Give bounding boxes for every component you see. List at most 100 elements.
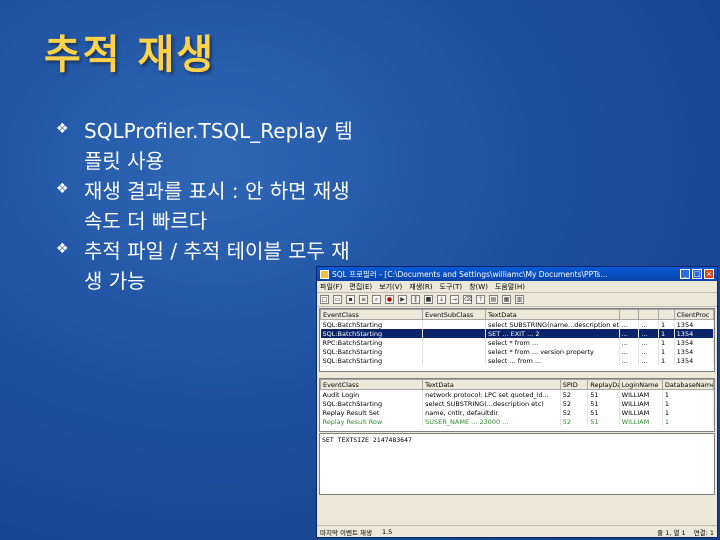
diamond-bullet-icon: ❖: [56, 241, 69, 257]
close-button[interactable]: ×: [704, 269, 714, 279]
table-cell: select SUBSTRING(name...description etc): [485, 319, 620, 329]
table-cell: SUSER_NAME ... 23000 ...: [422, 417, 561, 426]
table-cell: 1: [658, 356, 675, 365]
table-cell: 51: [587, 417, 620, 426]
table-cell: select * from ... version property: [485, 347, 620, 356]
tile-icon[interactable]: ▦: [502, 295, 511, 304]
table-cell: SQL:BatchStarting: [320, 399, 424, 408]
help-icon[interactable]: ?: [476, 295, 485, 304]
menu-tools[interactable]: 도구(T): [440, 282, 463, 292]
table-cell: SQL:BatchStarting: [320, 347, 424, 356]
table-cell: select ... from ...: [485, 356, 620, 365]
table-cell: 1: [658, 319, 675, 329]
pause-replay-icon[interactable]: ‖: [411, 295, 420, 304]
column-header[interactable]: TextData: [422, 379, 561, 390]
table-row[interactable]: SQL:BatchStarting select * from ... versi…: [320, 347, 714, 356]
column-header[interactable]: EventSubClass: [422, 309, 487, 320]
column-header[interactable]: [618, 309, 640, 320]
column-header[interactable]: DatabaseName: [661, 379, 714, 390]
stop-replay-icon[interactable]: ■: [424, 295, 433, 304]
table-cell: 1: [662, 399, 714, 408]
table-cell: WILLIAM: [619, 399, 663, 408]
menu-replay[interactable]: 재생(R): [409, 282, 432, 292]
table-cell: WILLIAM: [619, 417, 663, 426]
table-cell: 1: [662, 408, 714, 417]
table-row[interactable]: SQL:BatchStarting select SUBSTRING(...des…: [320, 399, 714, 408]
new-trace-icon[interactable]: □: [320, 295, 329, 304]
column-header[interactable]: TextData: [485, 309, 620, 320]
maximize-button[interactable]: □: [692, 269, 702, 279]
step-icon[interactable]: ↓: [437, 295, 446, 304]
menu-file[interactable]: 파일(F): [320, 282, 342, 292]
table-cell: WILLIAM: [619, 389, 663, 399]
open-icon[interactable]: ▭: [333, 295, 342, 304]
save-icon[interactable]: ▪: [346, 295, 355, 304]
table-row[interactable]: RPC:BatchStarting select * from .........…: [320, 338, 714, 347]
table-cell: Replay Result Row: [320, 417, 424, 426]
table-cell: [422, 356, 487, 365]
table-cell: 52: [560, 399, 589, 408]
column-header[interactable]: SPID: [559, 379, 589, 390]
table-cell: ...: [638, 329, 659, 338]
column-header[interactable]: EventClass: [320, 379, 424, 390]
table-row[interactable]: SQL:BatchStarting select ... from .......…: [320, 356, 714, 365]
table-cell: 51: [587, 389, 620, 399]
properties-icon[interactable]: ≡: [359, 295, 368, 304]
column-header[interactable]: EventClass: [320, 309, 424, 320]
pane-splitter[interactable]: [317, 373, 717, 377]
replay-results-grid: EventClass TextData SPID ReplayData Logi…: [319, 378, 715, 432]
grid-header-row: EventClass TextData SPID ReplayData Logi…: [320, 379, 714, 390]
table-row[interactable]: SQL:BatchStarting select SUBSTRING(name..…: [320, 319, 714, 329]
column-header[interactable]: [638, 309, 659, 320]
status-bar: 마지막 이벤트 재생 1.5 줄 1, 열 1 연결: 1: [317, 525, 717, 537]
table-cell: SQL:BatchStarting: [320, 356, 424, 365]
bullet-list: ❖ SQLProfiler.TSQL_Replay 템플릿 사용 ❖ 재생 결과를 …: [56, 116, 356, 296]
minimize-button[interactable]: _: [680, 269, 690, 279]
table-cell: SQL:BatchStarting: [320, 319, 424, 329]
table-cell: 1354: [674, 347, 714, 356]
diamond-bullet-icon: ❖: [56, 181, 69, 197]
table-cell: ...: [638, 347, 659, 356]
table-cell: ...: [619, 329, 640, 338]
menu-edit[interactable]: 편집(E): [349, 282, 372, 292]
column-header[interactable]: [657, 309, 675, 320]
table-cell: 1: [658, 338, 675, 347]
column-header[interactable]: ClientProc: [673, 309, 714, 320]
start-replay-icon[interactable]: ▶: [398, 295, 407, 304]
menu-view[interactable]: 보기(V): [379, 282, 402, 292]
table-row[interactable]: Audit Login network protocol: LPC set quo…: [320, 389, 714, 399]
table-cell: [422, 329, 487, 338]
status-value: 1.5: [381, 527, 393, 536]
cascade-icon[interactable]: ▤: [489, 295, 498, 304]
column-header[interactable]: ReplayData: [587, 379, 620, 390]
column-header[interactable]: LoginName: [618, 379, 663, 390]
menu-bar: 파일(F) 편집(E) 보기(V) 재생(R) 도구(T) 창(W) 도움말(H…: [317, 281, 717, 293]
window-titlebar[interactable]: SQL 프로필러 - [C:\Documents and Settings\wi…: [317, 267, 717, 281]
toggle-breakpoint-icon[interactable]: ●: [385, 295, 394, 304]
event-text-pane[interactable]: SET TEXTSIZE 2147483647: [319, 433, 715, 495]
arrange-icon[interactable]: ▥: [515, 295, 524, 304]
table-cell: Audit Login: [320, 389, 424, 399]
menu-window[interactable]: 창(W): [469, 282, 488, 292]
table-row[interactable]: Replay Result Row SUSER_NAME ... 23000 ..…: [320, 417, 714, 426]
table-cell: name, cntlr, defaultdir: [422, 408, 561, 417]
toolbar: □ ▭ ▪ ≡ ⌕ ● ▶ ‖ ■ ↓ → ⌫ ? ▤ ▦ ▥: [317, 293, 717, 307]
clear-icon[interactable]: ⌫: [463, 295, 472, 304]
table-cell: 1: [658, 329, 675, 338]
table-cell: 1354: [674, 338, 714, 347]
table-cell: ...: [638, 356, 659, 365]
menu-help[interactable]: 도움말(H): [495, 282, 525, 292]
table-cell: ...: [619, 338, 640, 347]
table-cell: network protocol: LPC set quoted_id...: [422, 389, 561, 399]
run-to-cursor-icon[interactable]: →: [450, 295, 459, 304]
table-cell: 1354: [674, 329, 714, 338]
bullet-item: ❖ 추적 파일 / 추적 테이블 모두 재생 가능: [56, 236, 356, 296]
table-cell: 1: [662, 417, 714, 426]
window-title: SQL 프로필러 - [C:\Documents and Settings\wi…: [332, 269, 608, 279]
table-cell: ...: [638, 338, 659, 347]
table-cell: SQL:BatchStarting: [320, 329, 424, 338]
find-icon[interactable]: ⌕: [372, 295, 381, 304]
table-row-selected[interactable]: SQL:BatchStarting SET ... EXIT ... 2.....…: [320, 329, 714, 338]
table-cell: select * from ...: [485, 338, 620, 347]
table-row[interactable]: Replay Result Set name, cntlr, defaultdir…: [320, 408, 714, 417]
